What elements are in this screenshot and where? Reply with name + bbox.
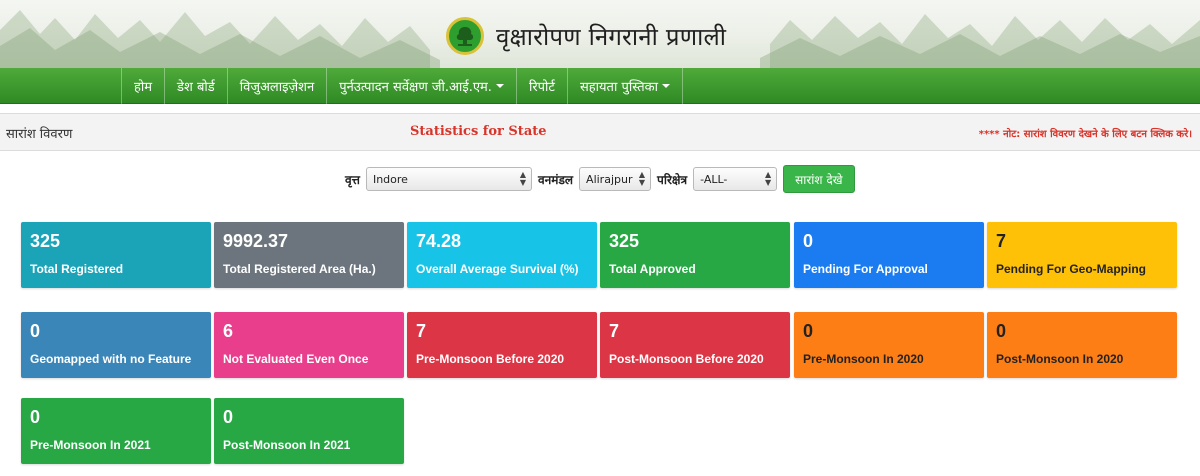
stat-label: Total Approved (609, 262, 696, 276)
main-navbar: होम डेश बोर्ड विजुअलाइज़ेशन पुर्नउत्पादन… (0, 68, 1200, 104)
circle-label: वृत्त (345, 172, 360, 187)
stat-card[interactable]: 74.28 Overall Average Survival (%) (407, 222, 597, 288)
stat-value: 325 (30, 231, 61, 251)
circle-select[interactable]: Indore ▲ ▼ (365, 167, 532, 191)
nav-item-label: डेश बोर्ड (177, 80, 215, 95)
header-banner: वृक्षारोपण निगरानी प्रणाली (0, 0, 1200, 68)
select-arrows-icon: ▲ ▼ (638, 170, 646, 187)
stat-label: Pre-Monsoon In 2021 (30, 438, 151, 452)
nav-item-label: सहायता पुस्तिका (579, 80, 659, 95)
stat-value: 7 (996, 231, 1007, 251)
stat-label: Pre-Monsoon In 2020 (803, 352, 924, 366)
division-label: वनमंडल (537, 172, 574, 187)
nav-item-reports[interactable]: रिपोर्ट (515, 68, 567, 104)
stat-label: Pending For Approval (803, 262, 928, 276)
brand[interactable]: वृक्षारोपण निगरानी प्रणाली (446, 16, 726, 56)
stat-value: 0 (30, 321, 41, 341)
select-arrows-icon: ▲ ▼ (764, 170, 772, 187)
stat-card[interactable]: 7 Pending For Geo-Mapping (987, 222, 1177, 288)
nav-item-label: पुर्नउत्पादन सर्वेक्षण जी.आई.एम. (339, 80, 492, 95)
nav-item-home[interactable]: होम (121, 68, 164, 104)
range-select-value: -ALL- (700, 172, 728, 186)
stat-card[interactable]: 325 Total Approved (600, 222, 790, 288)
range-label: परिक्षेत्र (657, 172, 688, 187)
stat-label: Overall Average Survival (%) (416, 262, 579, 276)
stat-card[interactable]: 0 Pre-Monsoon In 2020 (794, 312, 984, 378)
stat-value: 0 (30, 407, 41, 427)
summary-note: **** नोट: सारांश विवरण देखने के लिए बटन … (978, 129, 1192, 140)
stat-label: Pending For Geo-Mapping (996, 262, 1146, 276)
stat-value: 0 (803, 321, 814, 341)
stat-card[interactable]: 7 Post-Monsoon Before 2020 (600, 312, 790, 378)
nav-item-regeneration-survey[interactable]: पुर्नउत्पादन सर्वेक्षण जी.आई.एम. (326, 68, 516, 104)
stat-card[interactable]: 0 Post-Monsoon In 2021 (214, 398, 404, 464)
nav-item-label: विजुअलाइज़ेशन (239, 80, 315, 95)
nav-item-visualization[interactable]: विजुअलाइज़ेशन (226, 68, 326, 104)
range-select[interactable]: -ALL- ▲ ▼ (693, 167, 778, 191)
stat-value: 9992.37 (223, 231, 289, 251)
summary-bar: सारांश विवरण Statistics for State **** न… (0, 113, 1200, 151)
stat-value: 6 (223, 321, 234, 341)
tree-logo-icon (446, 17, 484, 55)
stat-label: Total Registered Area (Ha.) (223, 262, 376, 276)
summary-title: सारांश विवरण (6, 127, 73, 142)
stat-card[interactable]: 7 Pre-Monsoon Before 2020 (407, 312, 597, 378)
division-select-value: Alirajpur (586, 172, 633, 186)
select-arrows-icon: ▲ ▼ (519, 170, 526, 187)
app-title: वृक्षारोपण निगरानी प्रणाली (496, 22, 727, 51)
nav-item-label: रिपोर्ट (528, 80, 555, 95)
division-select[interactable]: Alirajpur ▲ ▼ (579, 167, 652, 191)
nav-item-dashboard[interactable]: डेश बोर्ड (164, 68, 227, 104)
stat-card[interactable]: 0 Pending For Approval (794, 222, 984, 288)
view-summary-button[interactable]: सारांश देखे (783, 165, 855, 193)
stat-label: Post-Monsoon Before 2020 (609, 352, 764, 366)
stat-card[interactable]: 0 Geomapped with no Feature (21, 312, 211, 378)
stat-value: 0 (996, 321, 1007, 341)
stat-value: 0 (803, 231, 814, 251)
circle-select-value: Indore (372, 172, 408, 186)
chevron-down-icon (662, 84, 671, 88)
statistics-title: Statistics for State (410, 124, 547, 139)
stat-card[interactable]: 9992.37 Total Registered Area (Ha.) (214, 222, 404, 288)
stat-card[interactable]: 0 Post-Monsoon In 2020 (987, 312, 1177, 378)
stat-label: Geomapped with no Feature (30, 352, 192, 366)
filter-row: वृत्त Indore ▲ ▼ वनमंडल Alirajpur ▲ ▼ परिक… (345, 165, 855, 193)
stat-label: Post-Monsoon In 2021 (223, 438, 351, 452)
chevron-down-icon (495, 84, 504, 88)
stat-value: 7 (416, 321, 427, 341)
nav-item-help-manual[interactable]: सहायता पुस्तिका (566, 68, 684, 104)
stat-label: Not Evaluated Even Once (223, 352, 369, 366)
stat-label: Post-Monsoon In 2020 (996, 352, 1124, 366)
stat-label: Pre-Monsoon Before 2020 (416, 352, 565, 366)
stat-card[interactable]: 6 Not Evaluated Even Once (214, 312, 404, 378)
stat-card[interactable]: 325 Total Registered (21, 222, 211, 288)
stat-value: 7 (609, 321, 620, 341)
stat-label: Total Registered (30, 262, 124, 276)
nav-item-label: होम (134, 80, 153, 95)
stat-card[interactable]: 0 Pre-Monsoon In 2021 (21, 398, 211, 464)
stat-value: 0 (223, 407, 234, 427)
stat-value: 325 (609, 231, 640, 251)
stat-value: 74.28 (416, 231, 462, 251)
